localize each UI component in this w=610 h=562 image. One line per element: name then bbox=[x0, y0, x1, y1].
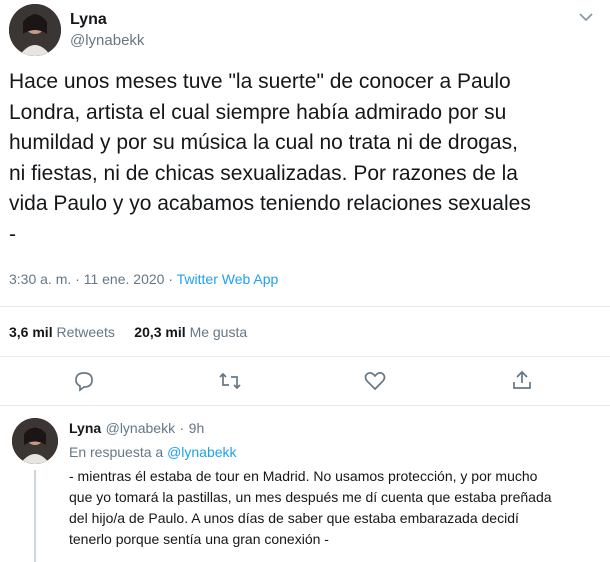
reply-text: - mientras él estaba de tour en Madrid. … bbox=[69, 468, 552, 547]
share-icon[interactable] bbox=[511, 369, 533, 396]
tweet-text: Hace unos meses tuve "la suerte" de cono… bbox=[9, 70, 531, 246]
retweets-count: 3,6 mil bbox=[9, 324, 53, 340]
likes-count: 20,3 mil bbox=[134, 324, 186, 340]
author-handle[interactable]: @lynabekk bbox=[70, 32, 144, 49]
reply-separator: · bbox=[179, 420, 185, 436]
replying-mention[interactable]: @lynabekk bbox=[167, 444, 236, 460]
avatar[interactable] bbox=[9, 4, 61, 56]
divider bbox=[0, 306, 610, 307]
divider bbox=[0, 356, 610, 357]
meta-separator: · bbox=[168, 271, 173, 287]
tweet-time[interactable]: 3:30 a. m. bbox=[9, 271, 71, 287]
replying-prefix: En respuesta a bbox=[69, 444, 164, 460]
replying-to: En respuesta a @lynabekk bbox=[69, 444, 237, 460]
author-name[interactable]: Lyna bbox=[70, 11, 107, 29]
tweet-date[interactable]: 11 ene. 2020 bbox=[84, 271, 165, 287]
thread-line bbox=[34, 470, 36, 562]
divider bbox=[0, 405, 610, 406]
reply-avatar[interactable] bbox=[12, 418, 58, 464]
reply-time[interactable]: 9h bbox=[189, 420, 205, 436]
meta-separator: · bbox=[75, 271, 80, 287]
retweets-stat[interactable]: 3,6 mil Retweets bbox=[9, 324, 115, 340]
tweet-meta: 3:30 a. m. · 11 ene. 2020 · Twitter Web … bbox=[9, 271, 278, 287]
reply-icon[interactable] bbox=[73, 370, 95, 397]
likes-label: Me gusta bbox=[189, 324, 248, 340]
tweet-source[interactable]: Twitter Web App bbox=[177, 271, 279, 287]
retweet-icon[interactable] bbox=[218, 370, 242, 397]
retweets-label: Retweets bbox=[56, 324, 115, 340]
reply-author-name[interactable]: Lyna bbox=[69, 420, 101, 436]
likes-stat[interactable]: 20,3 mil Me gusta bbox=[134, 324, 247, 340]
reply-author-handle[interactable]: @lynabekk bbox=[106, 420, 175, 436]
like-icon[interactable] bbox=[364, 371, 386, 396]
reply-header: Lyna @lynabekk · 9h bbox=[69, 420, 204, 438]
chevron-down-icon[interactable] bbox=[578, 10, 594, 27]
tweet-stats: 3,6 mil Retweets 20,3 mil Me gusta bbox=[9, 324, 247, 340]
